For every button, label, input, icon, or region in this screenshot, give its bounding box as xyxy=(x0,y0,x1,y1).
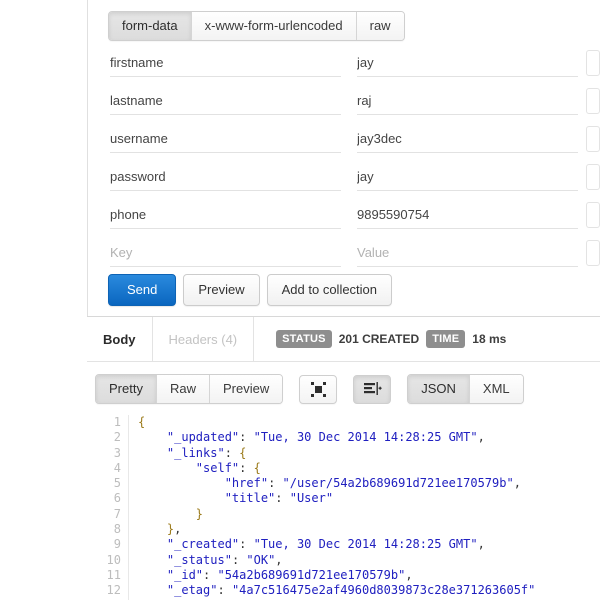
param-key-input[interactable] xyxy=(102,50,349,76)
view-mode-raw[interactable]: Raw xyxy=(156,375,210,403)
param-key-input[interactable] xyxy=(102,126,349,152)
param-key-cell xyxy=(102,82,349,120)
left-gutter xyxy=(0,0,88,600)
form-data-rows xyxy=(102,44,600,272)
param-value-input[interactable] xyxy=(349,88,586,114)
param-value-cell xyxy=(349,196,586,234)
response-header: Body Headers (4) STATUS 201 CREATED TIME… xyxy=(87,317,600,362)
param-description-input[interactable] xyxy=(586,164,600,190)
table-row xyxy=(102,158,600,196)
tab-form-data[interactable]: form-data xyxy=(109,12,192,40)
param-description-cell xyxy=(586,82,600,120)
param-value-input[interactable] xyxy=(349,126,586,152)
param-value-input[interactable] xyxy=(349,50,586,76)
tab-headers[interactable]: Headers (4) xyxy=(152,317,255,361)
param-key-cell xyxy=(102,44,349,82)
new-param-value-input[interactable] xyxy=(349,240,586,266)
new-param-description-cell xyxy=(586,234,600,272)
param-description-cell xyxy=(586,120,600,158)
time-value: 18 ms xyxy=(472,332,507,346)
view-mode-pretty[interactable]: Pretty xyxy=(96,375,157,403)
tab-raw[interactable]: raw xyxy=(356,12,404,40)
add-to-collection-button[interactable]: Add to collection xyxy=(266,274,393,306)
param-description-input[interactable] xyxy=(586,202,600,228)
body-type-tabs: form-data x-www-form-urlencoded raw xyxy=(108,11,405,41)
table-row-empty xyxy=(102,234,600,272)
time-badge-label: TIME xyxy=(426,330,466,348)
format-xml[interactable]: XML xyxy=(469,375,523,403)
status-value: 201 CREATED xyxy=(338,332,420,346)
table-row xyxy=(102,44,600,82)
param-value-input[interactable] xyxy=(349,202,586,228)
param-description-input[interactable] xyxy=(586,88,600,114)
param-value-cell xyxy=(349,158,586,196)
word-wrap-icon[interactable] xyxy=(353,374,392,404)
param-key-cell xyxy=(102,196,349,234)
response-body-viewer[interactable]: 1 2 3 4 5 6 7 8 9 10 11 12 13 { "_update… xyxy=(101,415,600,600)
tab-body[interactable]: Body xyxy=(87,317,153,361)
param-description-input[interactable] xyxy=(586,126,600,152)
new-param-description-input[interactable] xyxy=(586,240,600,266)
tab-x-www-form-urlencoded[interactable]: x-www-form-urlencoded xyxy=(191,12,357,40)
param-key-cell xyxy=(102,158,349,196)
request-actions: Send Preview Add to collection xyxy=(108,274,393,306)
table-row xyxy=(102,120,600,158)
postman-app: form-data x-www-form-urlencoded raw firs… xyxy=(0,0,600,600)
new-param-key-cell xyxy=(102,234,349,272)
response-toolbar: Pretty Raw Preview JSON XML xyxy=(95,374,524,404)
param-key-input[interactable] xyxy=(102,88,349,114)
send-button[interactable]: Send xyxy=(108,274,177,306)
table-row xyxy=(102,196,600,234)
param-value-cell xyxy=(349,120,586,158)
view-mode-preview[interactable]: Preview xyxy=(209,375,283,403)
param-description-cell xyxy=(586,44,600,82)
line-number-gutter: 1 2 3 4 5 6 7 8 9 10 11 12 13 xyxy=(101,415,129,600)
format-group: JSON XML xyxy=(407,374,524,404)
preview-button[interactable]: Preview xyxy=(183,274,260,306)
status-badge-label: STATUS xyxy=(276,330,332,348)
new-param-key-input[interactable] xyxy=(102,240,349,266)
param-key-cell xyxy=(102,120,349,158)
param-description-cell xyxy=(586,196,600,234)
format-json[interactable]: JSON xyxy=(408,375,470,403)
param-value-cell xyxy=(349,44,586,82)
param-value-input[interactable] xyxy=(349,164,586,190)
view-mode-group: Pretty Raw Preview xyxy=(95,374,284,404)
response-status-area: STATUS 201 CREATED TIME 18 ms xyxy=(254,317,506,361)
param-description-cell xyxy=(586,158,600,196)
response-pane: Body Headers (4) STATUS 201 CREATED TIME… xyxy=(87,317,600,600)
param-key-input[interactable] xyxy=(102,202,349,228)
param-key-input[interactable] xyxy=(102,164,349,190)
param-value-cell xyxy=(349,82,586,120)
param-description-input[interactable] xyxy=(586,50,600,76)
table-row xyxy=(102,82,600,120)
fullscreen-icon[interactable] xyxy=(299,374,338,404)
response-body-code[interactable]: { "_updated": "Tue, 30 Dec 2014 14:28:25… xyxy=(129,415,600,600)
request-pane: form-data x-www-form-urlencoded raw firs… xyxy=(102,0,600,316)
new-param-value-cell xyxy=(349,234,586,272)
